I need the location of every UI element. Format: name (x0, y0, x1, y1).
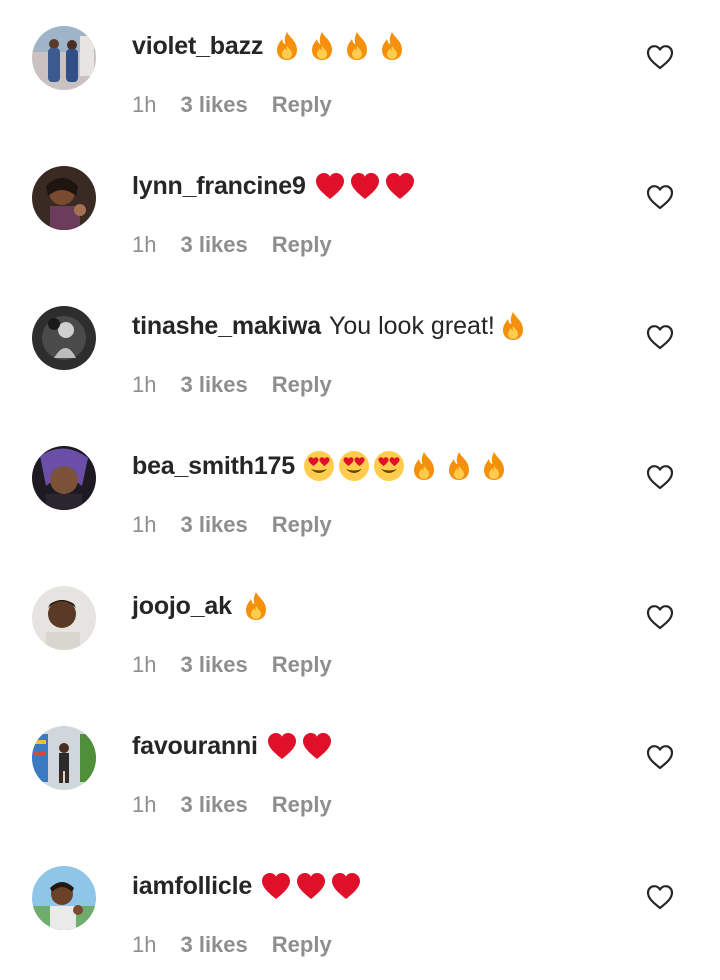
comment-emojis (266, 730, 333, 762)
avatar[interactable] (32, 446, 96, 510)
username-link[interactable]: favouranni (132, 732, 258, 761)
comment-emojis (303, 450, 510, 482)
heart-eyes-emoji-icon (373, 450, 405, 482)
like-heart-icon[interactable] (646, 464, 674, 490)
username-link[interactable]: bea_smith175 (132, 452, 295, 481)
like-heart-icon[interactable] (646, 884, 674, 910)
red-heart-emoji-icon (349, 170, 381, 202)
like-heart-icon[interactable] (646, 324, 674, 350)
comment-body: joojo_ak (132, 588, 272, 624)
timestamp: 1h (132, 232, 157, 257)
comment-meta: 1h 3 likes Reply (132, 932, 332, 958)
comment-text: You look great! (328, 311, 495, 340)
heart-eyes-emoji-icon (338, 450, 370, 482)
fire-emoji-icon (341, 30, 373, 62)
comment-body: favouranni (132, 728, 333, 764)
like-heart-icon[interactable] (646, 744, 674, 770)
reply-button[interactable]: Reply (272, 932, 332, 958)
like-heart-icon[interactable] (646, 184, 674, 210)
likes-count-link[interactable]: 3 likes (180, 932, 247, 958)
comment-meta: 1h 3 likes Reply (132, 92, 332, 118)
reply-button[interactable]: Reply (272, 512, 332, 538)
comment-meta: 1h 3 likes Reply (132, 232, 332, 258)
red-heart-emoji-icon (260, 870, 292, 902)
comment-emojis (497, 310, 529, 342)
fire-emoji-icon (443, 450, 475, 482)
username-link[interactable]: lynn_francine9 (132, 172, 306, 201)
fire-emoji-icon (240, 590, 272, 622)
username-link[interactable]: violet_bazz (132, 32, 263, 61)
comment-emojis (314, 170, 416, 202)
comment-row: tinashe_makiwa You look great! 1h 3 likes Re… (0, 280, 720, 420)
reply-button[interactable]: Reply (272, 92, 332, 118)
red-heart-emoji-icon (295, 870, 327, 902)
red-heart-emoji-icon (384, 170, 416, 202)
fire-emoji-icon (478, 450, 510, 482)
likes-count-link[interactable]: 3 likes (180, 512, 247, 538)
comment-row: iamfollicle 1h 3 likes Reply (0, 840, 720, 980)
comment-meta: 1h 3 likes Reply (132, 372, 332, 398)
fire-emoji-icon (376, 30, 408, 62)
likes-count-link[interactable]: 3 likes (180, 652, 247, 678)
likes-count-link[interactable]: 3 likes (180, 792, 247, 818)
comment-body: iamfollicle (132, 868, 362, 904)
fire-emoji-icon (271, 30, 303, 62)
avatar[interactable] (32, 586, 96, 650)
comment-meta: 1h 3 likes Reply (132, 652, 332, 678)
like-heart-icon[interactable] (646, 44, 674, 70)
username-link[interactable]: iamfollicle (132, 872, 252, 901)
likes-count-link[interactable]: 3 likes (180, 372, 247, 398)
reply-button[interactable]: Reply (272, 792, 332, 818)
comment-meta: 1h 3 likes Reply (132, 512, 332, 538)
timestamp: 1h (132, 372, 157, 397)
username-link[interactable]: joojo_ak (132, 592, 232, 621)
red-heart-emoji-icon (314, 170, 346, 202)
likes-count-link[interactable]: 3 likes (180, 232, 247, 258)
heart-eyes-emoji-icon (303, 450, 335, 482)
fire-emoji-icon (497, 310, 529, 342)
avatar[interactable] (32, 726, 96, 790)
comment-body: bea_smith175 (132, 448, 510, 484)
red-heart-emoji-icon (301, 730, 333, 762)
fire-emoji-icon (408, 450, 440, 482)
comment-row: favouranni 1h 3 likes Reply (0, 700, 720, 840)
comment-row: bea_smith175 1h 3 likes Reply (0, 420, 720, 560)
comment-body: violet_bazz (132, 28, 408, 64)
comment-row: lynn_francine9 1h 3 likes Reply (0, 140, 720, 280)
comment-body: tinashe_makiwa You look great! (132, 308, 529, 344)
comment-emojis (271, 30, 408, 62)
red-heart-emoji-icon (266, 730, 298, 762)
comment-row: joojo_ak 1h 3 likes Reply (0, 560, 720, 700)
timestamp: 1h (132, 512, 157, 537)
timestamp: 1h (132, 92, 157, 117)
reply-button[interactable]: Reply (272, 232, 332, 258)
red-heart-emoji-icon (330, 870, 362, 902)
comment-emojis (240, 590, 272, 622)
avatar[interactable] (32, 866, 96, 930)
comment-meta: 1h 3 likes Reply (132, 792, 332, 818)
avatar[interactable] (32, 166, 96, 230)
reply-button[interactable]: Reply (272, 652, 332, 678)
likes-count-link[interactable]: 3 likes (180, 92, 247, 118)
username-link[interactable]: tinashe_makiwa (132, 312, 321, 341)
like-heart-icon[interactable] (646, 604, 674, 630)
timestamp: 1h (132, 932, 157, 957)
timestamp: 1h (132, 652, 157, 677)
comment-emojis (260, 870, 362, 902)
timestamp: 1h (132, 792, 157, 817)
comment-body: lynn_francine9 (132, 168, 416, 204)
avatar[interactable] (32, 306, 96, 370)
comment-row: violet_bazz 1h 3 likes Reply (0, 0, 720, 140)
avatar[interactable] (32, 26, 96, 90)
fire-emoji-icon (306, 30, 338, 62)
reply-button[interactable]: Reply (272, 372, 332, 398)
